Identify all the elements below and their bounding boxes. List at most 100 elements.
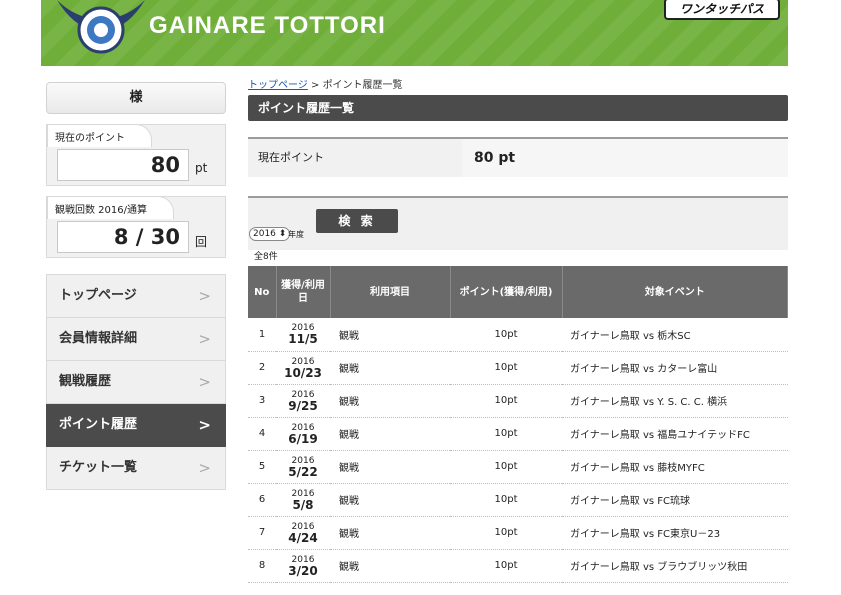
breadcrumb: トップページ > ポイント履歴一覧 (248, 76, 788, 91)
current-points-value: 80 pt (462, 139, 788, 177)
breadcrumb-current: ポイント履歴一覧 (322, 80, 403, 91)
table-header-row: No 獲得/利用日 利用項目 ポイント(獲得/利用) 対象イベント (248, 266, 788, 318)
table-row: 1 2016 11/5 観戦 10pt ガイナーレ鳥取 vs 栃木SC (248, 318, 788, 352)
row-month-day: 5/8 (292, 497, 314, 512)
row-event: ガイナーレ鳥取 vs 藤枝MYFC (562, 450, 788, 484)
user-name: 様 (46, 82, 226, 114)
row-month-day: 10/23 (284, 365, 322, 380)
row-date: 2016 9/25 (276, 384, 330, 418)
row-event: ガイナーレ鳥取 vs Y. S. C. C. 横浜 (562, 384, 788, 418)
breadcrumb-separator: > (307, 80, 323, 91)
column-header-date: 獲得/利用日 (276, 266, 331, 318)
table-row: 2 2016 10/23 観戦 10pt ガイナーレ鳥取 vs カターレ富山 (248, 351, 788, 385)
sidebar-nav: トップページ > 会員情報詳細 > 観戦履歴 > ポイント履歴 > チケット一覧… (46, 274, 226, 490)
club-crest-logo[interactable] (53, 0, 149, 60)
year-select[interactable]: 2016 ⬍ (249, 227, 291, 241)
row-event: ガイナーレ鳥取 vs ブラウブリッツ秋田 (562, 549, 788, 583)
row-month-day: 9/25 (288, 398, 318, 413)
column-header-item: 利用項目 (330, 266, 451, 318)
partner-logo[interactable]: ワンタッチパス (664, 0, 780, 20)
sidebar-item-label: トップページ (59, 288, 137, 303)
sidebar-item-attendance-history[interactable]: 観戦履歴 > (46, 361, 226, 404)
sidebar-item-top[interactable]: トップページ > (46, 275, 226, 318)
sidebar-item-label: 会員情報詳細 (59, 331, 138, 346)
table-row: 3 2016 9/25 観戦 10pt ガイナーレ鳥取 vs Y. S. C. C… (248, 384, 788, 418)
table-row: 8 2016 3/20 観戦 10pt ガイナーレ鳥取 vs ブラウブリッツ秋田 (248, 549, 788, 583)
row-no: 1 (248, 318, 276, 352)
row-date: 2016 4/24 (276, 516, 330, 550)
row-no: 8 (248, 549, 276, 583)
sidebar-item-label: チケット一覧 (59, 460, 138, 475)
sidebar-item-label: ポイント履歴 (59, 417, 138, 432)
row-event: ガイナーレ鳥取 vs カターレ富山 (562, 351, 788, 385)
site-header: GAINARE TOTTORI ワンタッチパス (41, 0, 788, 66)
row-points: 10pt (450, 450, 562, 484)
row-event: ガイナーレ鳥取 vs FC琉球 (562, 483, 788, 517)
breadcrumb-home-link[interactable]: トップページ (248, 80, 308, 91)
search-bar: 2016 ⬍ 年度 検 索 全8件 (248, 196, 788, 262)
row-item: 観戦 (330, 318, 450, 352)
row-points: 10pt (450, 549, 562, 583)
row-no: 4 (248, 417, 276, 451)
table-row: 5 2016 5/22 観戦 10pt ガイナーレ鳥取 vs 藤枝MYFC (248, 450, 788, 484)
attendance-unit: 回 (195, 235, 208, 249)
column-header-no: No (248, 266, 277, 318)
row-points: 10pt (450, 516, 562, 550)
column-header-event: 対象イベント (562, 266, 788, 318)
search-button[interactable]: 検 索 (316, 209, 398, 233)
main-content: トップページ > ポイント履歴一覧 ポイント履歴一覧 現在ポイント 80 pt … (248, 76, 788, 583)
row-no: 3 (248, 384, 276, 418)
attendance-label: 観戦回数 2016/通算 (47, 196, 174, 219)
row-item: 観戦 (330, 450, 450, 484)
chevron-right-icon: > (198, 459, 211, 477)
row-month-day: 11/5 (288, 332, 318, 347)
chevron-right-icon: > (198, 287, 211, 305)
points-value: 80 (57, 149, 189, 181)
row-item: 観戦 (330, 351, 450, 385)
sidebar-item-member-info[interactable]: 会員情報詳細 > (46, 318, 226, 361)
chevron-right-icon: > (198, 416, 211, 434)
sidebar-item-label: 観戦履歴 (59, 374, 112, 389)
updown-arrows-icon: ⬍ (278, 229, 287, 239)
current-points-row: 現在ポイント 80 pt (248, 137, 788, 177)
sidebar-item-tickets[interactable]: チケット一覧 > (46, 447, 226, 490)
sidebar-item-point-history[interactable]: ポイント履歴 > (46, 404, 226, 447)
row-no: 7 (248, 516, 276, 550)
row-month-day: 6/19 (288, 431, 318, 446)
row-item: 観戦 (330, 483, 450, 517)
table-row: 6 2016 5/8 観戦 10pt ガイナーレ鳥取 vs FC琉球 (248, 483, 788, 517)
point-history-table: No 獲得/利用日 利用項目 ポイント(獲得/利用) 対象イベント 1 2016… (248, 266, 788, 583)
row-points: 10pt (450, 318, 562, 352)
chevron-right-icon: > (198, 330, 211, 348)
club-name: GAINARE TOTTORI (149, 12, 386, 39)
points-box: 現在のポイント 80 pt (46, 124, 226, 186)
row-event: ガイナーレ鳥取 vs 栃木SC (562, 318, 788, 352)
row-event: ガイナーレ鳥取 vs 福島ユナイテッドFC (562, 417, 788, 451)
row-date: 2016 6/19 (276, 417, 330, 451)
row-month-day: 3/20 (288, 563, 318, 578)
row-no: 6 (248, 483, 276, 517)
row-item: 観戦 (330, 417, 450, 451)
current-points-label: 現在ポイント (248, 139, 462, 177)
year-select-value: 2016 (253, 229, 276, 239)
row-month-day: 5/22 (288, 464, 318, 479)
page-title: ポイント履歴一覧 (248, 95, 788, 121)
table-row: 4 2016 6/19 観戦 10pt ガイナーレ鳥取 vs 福島ユナイテッドFC (248, 417, 788, 451)
table-body: 1 2016 11/5 観戦 10pt ガイナーレ鳥取 vs 栃木SC 2 201… (248, 318, 788, 583)
table-row: 7 2016 4/24 観戦 10pt ガイナーレ鳥取 vs FC東京U－23 (248, 516, 788, 550)
row-item: 観戦 (330, 516, 450, 550)
row-points: 10pt (450, 384, 562, 418)
row-points: 10pt (450, 483, 562, 517)
row-date: 2016 11/5 (276, 318, 330, 352)
row-item: 観戦 (330, 384, 450, 418)
attendance-box: 観戦回数 2016/通算 8 / 30 回 (46, 196, 226, 258)
row-points: 10pt (450, 417, 562, 451)
row-points: 10pt (450, 351, 562, 385)
year-label: 年度 (288, 230, 304, 239)
row-no: 5 (248, 450, 276, 484)
total-count: 全8件 (254, 252, 278, 262)
row-event: ガイナーレ鳥取 vs FC東京U－23 (562, 516, 788, 550)
row-date: 2016 5/22 (276, 450, 330, 484)
row-date: 2016 5/8 (276, 483, 330, 517)
attendance-value: 8 / 30 (57, 221, 189, 253)
